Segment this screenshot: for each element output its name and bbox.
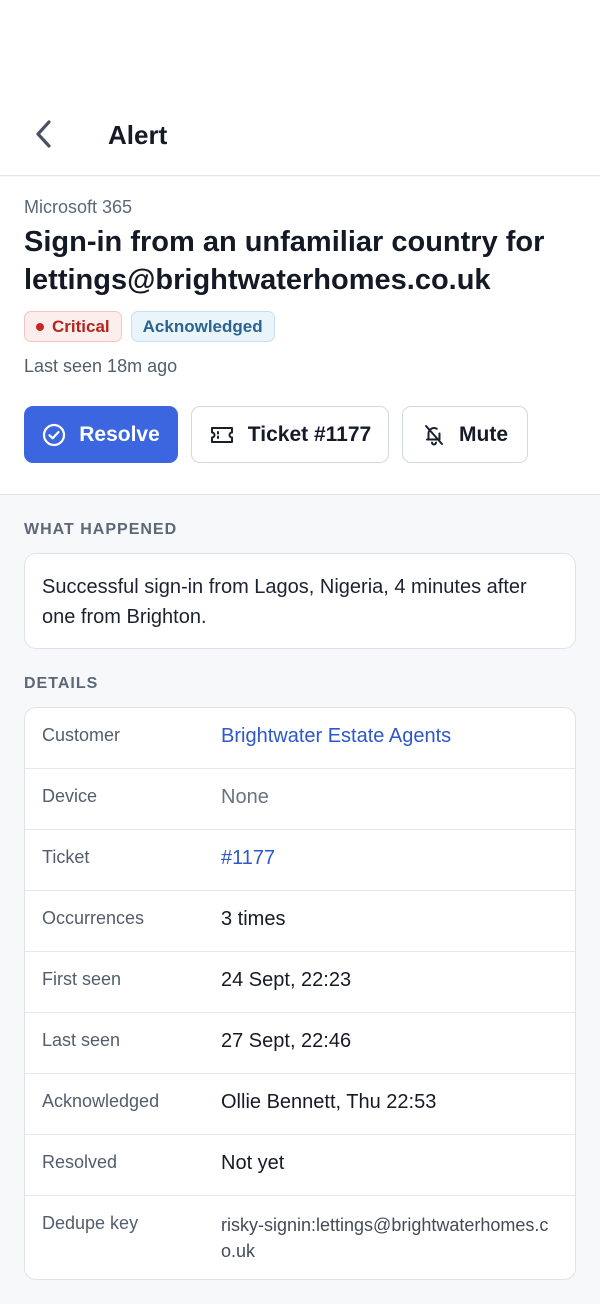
resolve-button-label: Resolve [79, 422, 160, 446]
details-label: Customer [42, 725, 121, 745]
bell-off-icon [422, 423, 446, 447]
details-label: Occurrences [42, 908, 145, 928]
severity-badge: Critical [24, 311, 122, 342]
details-row-occurrences: Occurrences 3 times [25, 891, 575, 952]
last-seen-value: 27 Sept, 22:46 [221, 1030, 352, 1052]
alert-title: Sign-in from an unfamiliar country for l… [24, 226, 545, 296]
details-label: First seen [42, 969, 122, 989]
ticket-icon [209, 424, 235, 446]
details-row-customer: Customer Brightwater Estate Agents [25, 708, 575, 769]
mute-button-label: Mute [459, 422, 508, 446]
last-seen-text: Last seen 18m ago [24, 356, 178, 376]
dedupe-key-value: risky-signin:lettings@brightwaterhomes.c… [221, 1215, 549, 1261]
alert-summary: Microsoft 365 Sign-in from an unfamiliar… [0, 177, 600, 495]
device-value: None [221, 786, 269, 808]
customer-link[interactable]: Brightwater Estate Agents [221, 725, 557, 748]
details-row-resolved: Resolved Not yet [25, 1135, 575, 1196]
details-label: Last seen [42, 1030, 121, 1050]
chevron-left-icon [36, 120, 51, 148]
mute-button[interactable]: Mute [402, 406, 528, 463]
action-bar: Resolve Ticket #1177 Mute [24, 406, 528, 463]
badge-group: Critical Acknowledged [24, 311, 275, 342]
what-happened-heading: WHAT HAPPENED [24, 521, 178, 538]
details-label: Resolved [42, 1152, 118, 1172]
top-app-bar: Alert [0, 0, 600, 176]
severity-dot-icon [36, 322, 44, 331]
details-row-ticket: Ticket #1177 [25, 830, 575, 891]
resolved-value: Not yet [221, 1152, 285, 1174]
details-row-acknowledged: Acknowledged Ollie Bennett, Thu 22:53 [25, 1074, 575, 1135]
what-happened-card: Successful sign-in from Lagos, Nigeria, … [24, 553, 576, 649]
back-button[interactable] [22, 112, 66, 156]
first-seen-value: 24 Sept, 22:23 [221, 969, 352, 991]
ticket-button-label: Ticket #1177 [247, 422, 372, 446]
details-label: Ticket [42, 847, 90, 867]
details-row-last-seen: Last seen 27 Sept, 22:46 [25, 1013, 575, 1074]
page-title: Alert [108, 120, 168, 150]
status-badge-label: Acknowledged [142, 316, 263, 336]
details-label: Dedupe key [42, 1213, 139, 1233]
details-row-device: Device None [25, 769, 575, 830]
details-row-dedupe-key: Dedupe key risky-signin:lettings@brightw… [25, 1196, 575, 1279]
alert-source: Microsoft 365 [24, 197, 133, 217]
status-badge: Acknowledged [130, 311, 275, 342]
details-label: Acknowledged [42, 1091, 160, 1111]
ticket-button[interactable]: Ticket #1177 [191, 406, 389, 463]
occurrences-value: 3 times [221, 908, 286, 930]
details-row-first-seen: First seen 24 Sept, 22:23 [25, 952, 575, 1013]
details-card: Customer Brightwater Estate Agents Devic… [24, 707, 576, 1280]
ticket-link[interactable]: #1177 [221, 847, 557, 870]
what-happened-text: Successful sign-in from Lagos, Nigeria, … [42, 576, 527, 628]
resolve-button[interactable]: Resolve [24, 406, 178, 463]
details-label: Device [42, 786, 98, 806]
details-heading: DETAILS [24, 675, 99, 692]
acknowledged-value: Ollie Bennett, Thu 22:53 [221, 1091, 437, 1113]
severity-badge-label: Critical [52, 316, 110, 336]
check-circle-icon [42, 423, 66, 447]
